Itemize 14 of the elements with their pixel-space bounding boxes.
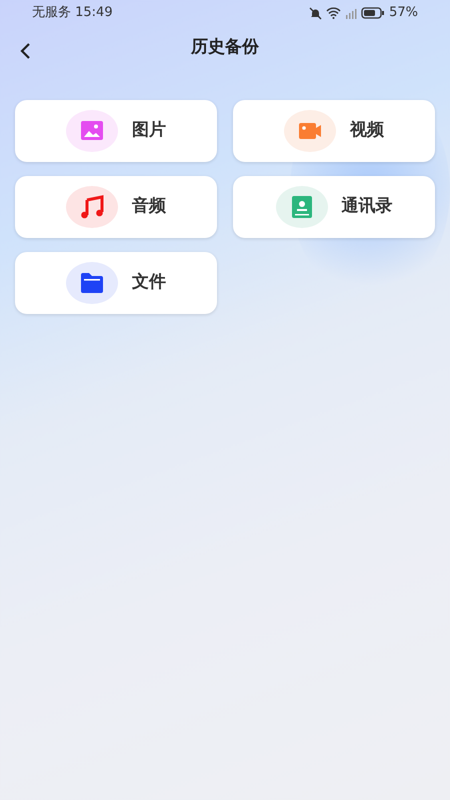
- page-title: 历史备份: [191, 36, 259, 60]
- signal-icon: [345, 7, 358, 19]
- battery-icon: [361, 7, 386, 19]
- category-card[interactable]: 通讯录: [233, 176, 435, 238]
- wifi-icon: [326, 7, 342, 19]
- category-card[interactable]: 音频: [15, 176, 217, 238]
- category-card[interactable]: 文件: [15, 252, 217, 314]
- music-note-icon: [79, 194, 105, 220]
- status-time: 无服务 15:49: [32, 4, 113, 22]
- battery-percent: 57%: [389, 4, 418, 22]
- category-card[interactable]: 图片: [15, 100, 217, 162]
- folder-icon: [79, 270, 105, 296]
- category-card[interactable]: 视频: [233, 100, 435, 162]
- bell-off-icon: [309, 6, 322, 20]
